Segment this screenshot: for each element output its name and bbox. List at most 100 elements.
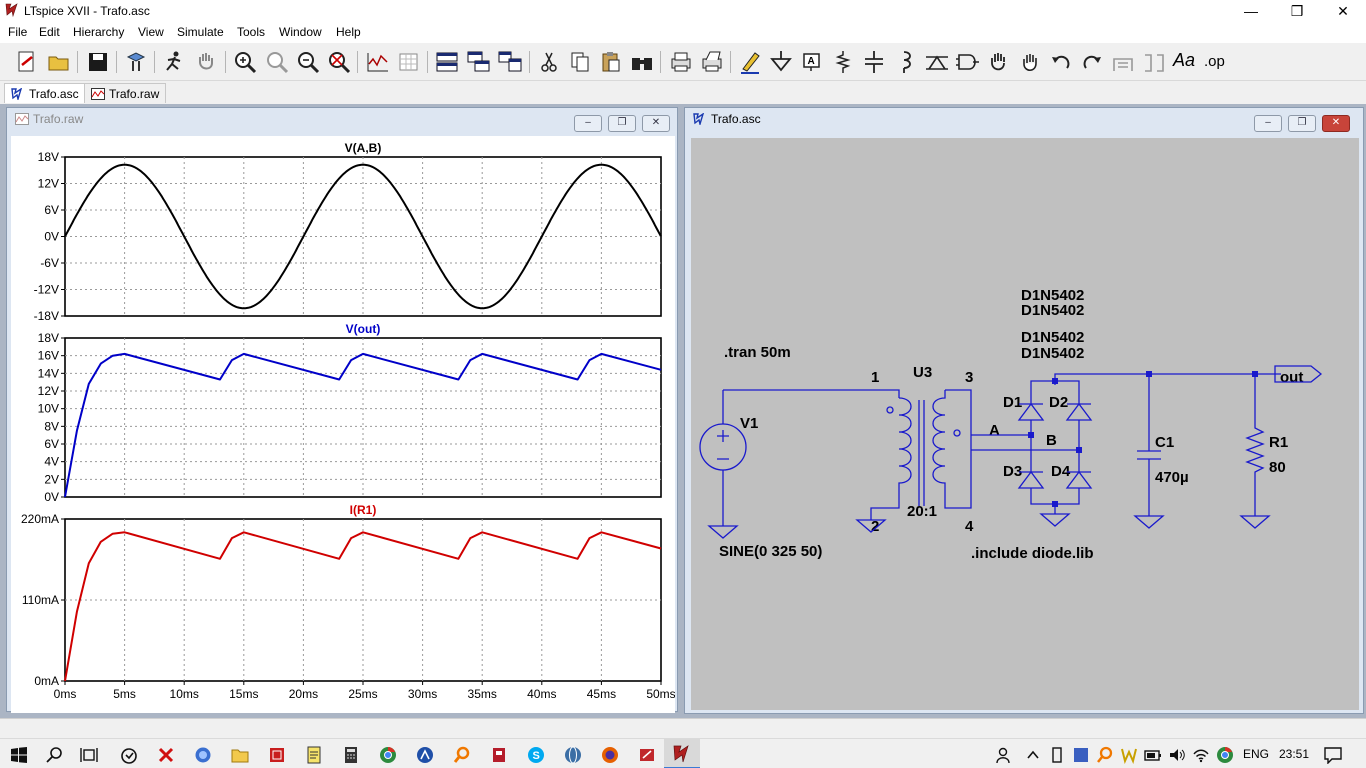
capacitor-icon[interactable] [861, 49, 887, 75]
output-port-label[interactable]: out [1280, 369, 1303, 386]
menu-view[interactable]: View [138, 25, 164, 39]
input-language[interactable]: ENG [1243, 747, 1269, 761]
menu-window[interactable]: Window [279, 25, 322, 39]
run-icon[interactable] [161, 49, 187, 75]
undo-icon[interactable] [1048, 49, 1074, 75]
app-globe-icon[interactable] [194, 746, 212, 764]
tray-bluetooth-icon[interactable] [1072, 746, 1090, 764]
paste-icon[interactable] [598, 49, 624, 75]
control-panel-icon[interactable] [123, 49, 149, 75]
app-orange-search-icon[interactable] [453, 746, 471, 764]
halt-hand-icon[interactable] [193, 49, 219, 75]
spice-directive-tool[interactable]: .op [1204, 53, 1225, 70]
diode-d1-label[interactable]: D1 [1003, 394, 1022, 411]
waveform-minimize-button[interactable]: – [574, 115, 602, 132]
schematic-close-button[interactable]: ✕ [1322, 115, 1350, 132]
minimize-button[interactable]: — [1228, 0, 1274, 22]
schematic-canvas[interactable]: .tran 50m SINE(0 325 50) .include diode.… [691, 138, 1359, 710]
diode-icon[interactable] [924, 49, 950, 75]
capacitor-value[interactable]: 470µ [1155, 469, 1189, 486]
mirror-icon[interactable] [1141, 49, 1167, 75]
component-icon[interactable] [955, 49, 981, 75]
rotate-icon[interactable] [1110, 49, 1136, 75]
schematic-window[interactable]: Trafo.asc – ❐ ✕ .tran 50m SINE(0 325 50)… [684, 107, 1364, 714]
resistor-icon[interactable] [830, 49, 856, 75]
chrome-icon[interactable] [379, 746, 397, 764]
battery-icon[interactable] [1144, 746, 1162, 764]
app-blue-circle-icon[interactable] [416, 746, 434, 764]
print-icon[interactable] [668, 49, 694, 75]
file-explorer-icon[interactable] [231, 746, 249, 764]
diode-d2-label[interactable]: D2 [1049, 394, 1068, 411]
transformer-ratio[interactable]: 20:1 [907, 503, 937, 520]
menu-help[interactable]: Help [336, 25, 361, 39]
include-directive[interactable]: .include diode.lib [971, 545, 1094, 562]
app-x-icon[interactable] [157, 746, 175, 764]
action-center-icon[interactable] [1324, 746, 1342, 764]
waveform-plots[interactable]: 18V12V6V0V-6V-12V-18VV(A,B)18V16V14V12V1… [11, 136, 675, 713]
schematic-restore-button[interactable]: ❐ [1288, 115, 1316, 132]
schematic-drawing[interactable]: .tran 50m SINE(0 325 50) .include diode.… [691, 138, 1359, 710]
menu-file[interactable]: File [8, 25, 27, 39]
menu-hierarchy[interactable]: Hierarchy [73, 25, 124, 39]
tile-vertical-icon[interactable] [497, 49, 523, 75]
text-tool[interactable]: Aa [1173, 50, 1195, 71]
windows-start-icon[interactable] [10, 746, 28, 764]
notes-icon[interactable] [305, 746, 323, 764]
menu-tools[interactable]: Tools [237, 25, 265, 39]
move-hand-icon[interactable] [986, 49, 1012, 75]
copy-icon[interactable] [567, 49, 593, 75]
app-red-book-icon[interactable] [490, 746, 508, 764]
search-icon[interactable] [46, 746, 64, 764]
app-alarm-icon[interactable] [120, 746, 138, 764]
drag-hand-icon[interactable] [1017, 49, 1043, 75]
waveform-restore-button[interactable]: ❐ [608, 115, 636, 132]
tray-w-icon[interactable] [1120, 746, 1138, 764]
open-folder-icon[interactable] [46, 49, 72, 75]
tab-trafo-raw[interactable]: Trafo.raw [84, 83, 167, 103]
tran-directive[interactable]: .tran 50m [724, 344, 791, 361]
calculator-icon[interactable] [342, 746, 360, 764]
print-setup-icon[interactable] [699, 49, 725, 75]
tray-chevron-up-icon[interactable] [1024, 746, 1042, 764]
close-button[interactable]: ✕ [1320, 0, 1366, 22]
task-view-icon[interactable] [80, 746, 98, 764]
ground-icon[interactable] [768, 49, 794, 75]
wifi-icon[interactable] [1192, 746, 1210, 764]
transformer-name[interactable]: U3 [913, 364, 932, 381]
resistor-value[interactable]: 80 [1269, 459, 1286, 476]
app-red-doc-icon[interactable] [268, 746, 286, 764]
draw-wire-pencil-icon[interactable] [737, 49, 763, 75]
tray-orange-icon[interactable] [1096, 746, 1114, 764]
app-globe-gray-icon[interactable] [564, 746, 582, 764]
menu-simulate[interactable]: Simulate [177, 25, 224, 39]
source-name[interactable]: V1 [740, 415, 758, 432]
autorange-icon[interactable] [365, 49, 391, 75]
waveform-close-button[interactable]: ✕ [642, 115, 670, 132]
zoom-fit-icon[interactable] [326, 49, 352, 75]
plot-area[interactable]: 18V 12V 6V 0V -6V -12V -18V V(A,B) 18V 16V 14V 12V 1… [11, 136, 675, 713]
tile-horizontal-icon[interactable] [434, 49, 460, 75]
cascade-icon[interactable] [466, 49, 492, 75]
source-value[interactable]: SINE(0 325 50) [719, 543, 822, 560]
volume-icon[interactable] [1168, 746, 1186, 764]
zoom-out-icon[interactable] [295, 49, 321, 75]
ltspice-taskbar-button[interactable] [664, 739, 700, 768]
find-binoculars-icon[interactable] [629, 49, 655, 75]
app-red-pen-icon[interactable] [638, 746, 656, 764]
label-net-icon[interactable]: A [799, 49, 825, 75]
grid-icon[interactable] [396, 49, 422, 75]
clock[interactable]: 23:51 [1279, 747, 1309, 761]
new-schematic-icon[interactable] [14, 49, 40, 75]
inductor-icon[interactable] [892, 49, 918, 75]
cut-icon[interactable] [536, 49, 562, 75]
tray-chrome-icon[interactable] [1216, 746, 1234, 764]
save-icon[interactable] [85, 49, 111, 75]
skype-icon[interactable]: S [527, 746, 545, 764]
firefox-icon[interactable] [601, 746, 619, 764]
pan-icon[interactable] [264, 49, 290, 75]
people-icon[interactable] [996, 746, 1014, 764]
redo-icon[interactable] [1079, 49, 1105, 75]
tab-trafo-asc[interactable]: Trafo.asc [4, 83, 86, 103]
resistor-name[interactable]: R1 [1269, 434, 1288, 451]
